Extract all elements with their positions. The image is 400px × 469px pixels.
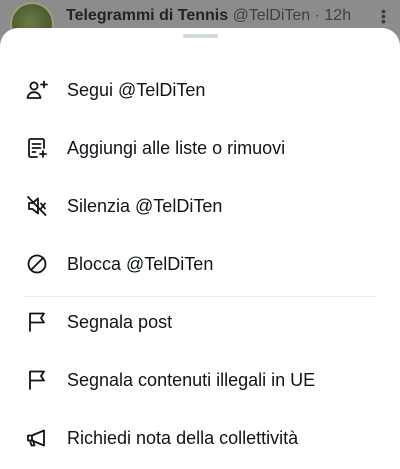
author-name: Telegrammi di Tennis: [66, 7, 229, 24]
menu-item-label: Richiedi nota della collettività: [67, 427, 299, 448]
meta-separator: ·: [314, 7, 320, 24]
menu-item-label: Segnala contenuti illegali in UE: [67, 369, 316, 390]
sheet-drag-handle[interactable]: [183, 34, 218, 38]
more-vertical-icon: • • •: [381, 3, 386, 29]
action-sheet: Segui @TelDiTen Aggiungi alle liste o ri…: [0, 28, 400, 469]
menu-divider: [24, 296, 376, 297]
menu-item-label: Blocca @TelDiTen: [67, 253, 214, 274]
author-handle: @TelDiTen: [232, 7, 311, 24]
menu-item-mute[interactable]: Silenzia @TelDiTen: [0, 177, 400, 235]
menu-item-follow[interactable]: Segui @TelDiTen: [0, 61, 400, 119]
menu-item-report-post[interactable]: Segnala post: [0, 293, 400, 351]
menu-item-lists[interactable]: Aggiungi alle liste o rimuovi: [0, 119, 400, 177]
menu-item-label: Segnala post: [67, 311, 173, 332]
megaphone-icon: [24, 425, 50, 451]
block-icon: [24, 251, 50, 277]
menu-item-block[interactable]: Blocca @TelDiTen: [0, 235, 400, 293]
flag-icon: [24, 309, 50, 335]
menu-item-report-illegal-eu[interactable]: Segnala contenuti illegali in UE: [0, 351, 400, 409]
menu-item-label: Segui @TelDiTen: [67, 79, 206, 100]
menu-item-label: Aggiungi alle liste o rimuovi: [67, 137, 286, 158]
list-add-icon: [24, 135, 50, 161]
action-menu: Segui @TelDiTen Aggiungi alle liste o ri…: [0, 61, 400, 467]
mute-icon: [24, 193, 50, 219]
follow-user-icon: [24, 77, 50, 103]
background-post-meta: Telegrammi di Tennis @TelDiTen · 12h: [66, 7, 351, 25]
post-time: 12h: [324, 7, 352, 24]
menu-item-community-note[interactable]: Richiedi nota della collettività: [0, 409, 400, 467]
menu-item-label: Silenzia @TelDiTen: [67, 195, 223, 216]
flag-icon: [24, 367, 50, 393]
